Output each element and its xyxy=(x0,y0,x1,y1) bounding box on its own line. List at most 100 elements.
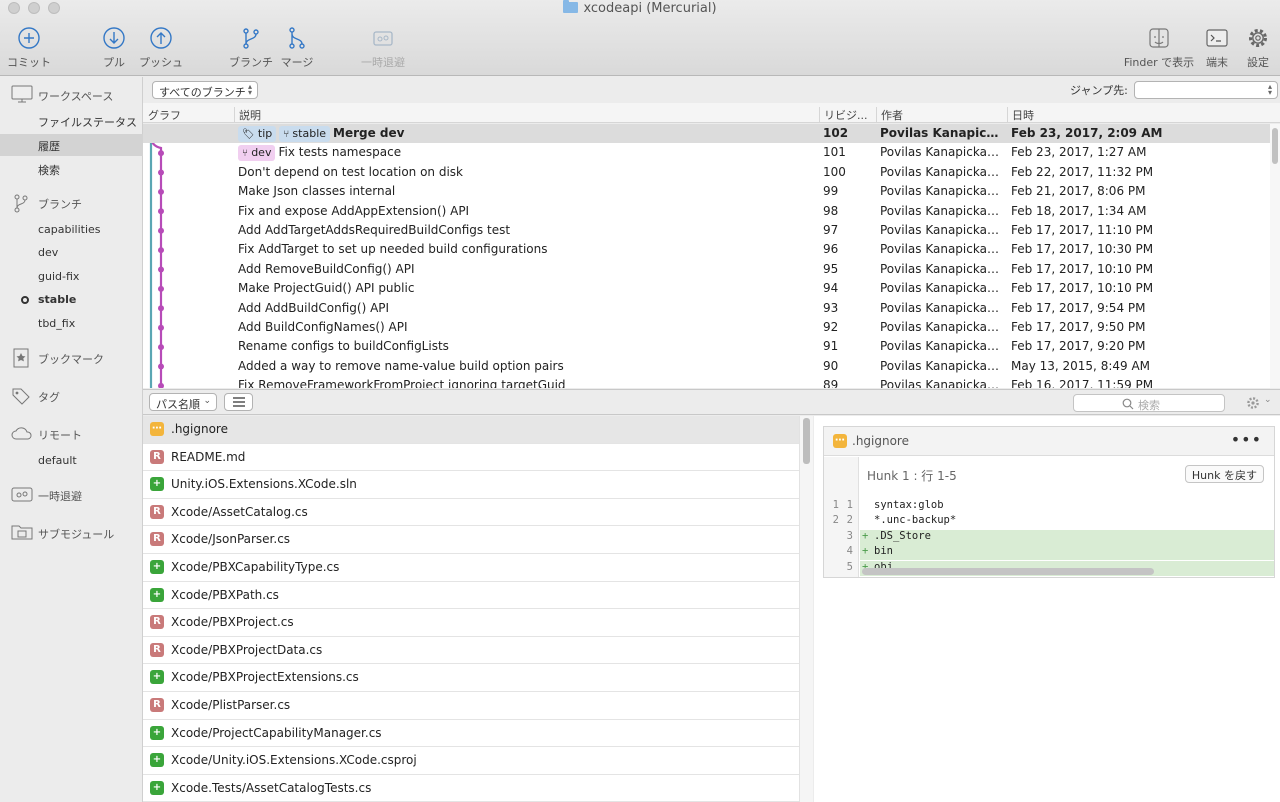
commit-author: Povilas Kanapickas <... xyxy=(880,145,1002,160)
sidebar-header-stash[interactable]: 一時退避 xyxy=(0,484,143,506)
show-in-finder-button[interactable]: Finder で表示 xyxy=(1122,26,1196,70)
commit-description: Fix and expose AddAppExtension() API xyxy=(238,203,470,218)
commit-row[interactable]: Add AddTargetAddsRequiredBuildConfigs te… xyxy=(143,221,1270,240)
sidebar-header-bookmarks[interactable]: ブックマーク xyxy=(0,347,143,369)
sidebar-header-remotes[interactable]: リモート xyxy=(0,423,143,445)
hunk-header: Hunk 1 : 行 1-5 Hunk を戻す xyxy=(859,463,1274,485)
column-header-author[interactable]: 作者 xyxy=(881,107,903,123)
branch-badge: ⑂ dev xyxy=(238,145,276,162)
branch-icon xyxy=(243,28,259,49)
file-row[interactable]: + Xcode/ProjectCapabilityManager.cs xyxy=(143,720,799,748)
file-row[interactable]: R Xcode/JsonParser.cs xyxy=(143,526,799,554)
file-row[interactable]: + Xcode.Tests/AssetCatalogTests.cs xyxy=(143,775,799,802)
new-line-number: 4 xyxy=(846,545,853,558)
jump-to-dropdown[interactable]: ▴ ▾ xyxy=(1134,81,1278,99)
commit-row[interactable]: ⑂ dev Fix tests namespace 101 Povilas Kanap… xyxy=(143,143,1270,162)
terminal-button[interactable]: 端末 xyxy=(1203,26,1231,70)
file-row[interactable]: + Xcode/Unity.iOS.Extensions.XCode.csproj xyxy=(143,747,799,775)
commit-row[interactable]: Fix and expose AddAppExtension() API 98 Po… xyxy=(143,202,1270,221)
commit-button[interactable]: コミット xyxy=(7,26,51,70)
commit-date: Feb 22, 2017, 11:32 PM xyxy=(1011,164,1154,179)
commit-date: Feb 17, 2017, 10:10 PM xyxy=(1011,261,1154,276)
history-column-headers: グラフ 説明 リビジ... 作者 日時 xyxy=(143,103,1280,123)
file-row[interactable]: R Xcode/PBXProject.cs xyxy=(143,609,799,637)
scrollbar-thumb[interactable] xyxy=(1272,128,1278,164)
sidebar-item-branch-stable[interactable]: stable xyxy=(0,289,143,311)
commit-row[interactable]: Fix AddTarget to set up needed build con… xyxy=(143,240,1270,259)
commit-row[interactable]: Added a way to remove name-value build o… xyxy=(143,357,1270,376)
scrollbar-thumb[interactable] xyxy=(803,418,810,464)
sidebar-header-submodules[interactable]: サブモジュール xyxy=(0,522,143,544)
sidebar-item-search[interactable]: 検索 xyxy=(0,158,143,180)
commit-date: Feb 16, 2017, 11:59 PM xyxy=(1011,378,1154,388)
column-header-revision[interactable]: リビジ... xyxy=(824,107,868,123)
file-row[interactable]: + Xcode/PBXProjectExtensions.cs xyxy=(143,664,799,692)
sidebar-item-branch-guid-fix[interactable]: guid-fix xyxy=(0,266,143,288)
merge-button[interactable]: マージ xyxy=(278,26,316,70)
more-options-icon[interactable]: ••• xyxy=(1231,430,1262,449)
file-row[interactable]: R README.md xyxy=(143,444,799,472)
file-path: Xcode/PlistParser.cs xyxy=(171,698,291,712)
file-row[interactable]: R Xcode/PBXProjectData.cs xyxy=(143,637,799,665)
commit-row[interactable]: Fix RemoveFrameworkFromProject ignoring … xyxy=(143,376,1270,388)
plus-circle-icon xyxy=(18,27,40,49)
commit-row[interactable]: Rename configs to buildConfigLists 91 Povi… xyxy=(143,337,1270,356)
file-row[interactable]: + Xcode/PBXPath.cs xyxy=(143,582,799,610)
column-header-date[interactable]: 日時 xyxy=(1012,107,1034,123)
sidebar-item-branch-capabilities[interactable]: capabilities xyxy=(0,219,143,241)
sidebar-header-tags[interactable]: タグ xyxy=(0,385,143,407)
sidebar-item-history[interactable]: 履歴 xyxy=(0,134,143,156)
branch-filter-dropdown[interactable]: すべてのブランチ ▴ ▾ xyxy=(152,81,258,99)
sidebar-item-file-status[interactable]: ファイルステータス xyxy=(0,110,143,132)
commit-row[interactable]: Don't depend on test location on disk 100… xyxy=(143,163,1270,182)
branch-button[interactable]: ブランチ xyxy=(229,26,273,70)
view-mode-list-button[interactable] xyxy=(224,393,253,411)
file-path: Xcode/ProjectCapabilityManager.cs xyxy=(171,725,382,740)
sidebar-item-remote-default[interactable]: default xyxy=(0,450,143,472)
app-window: xcodeapi (Mercurial) コミット プル プッシュ ブランチ マ… xyxy=(0,0,1280,802)
toolbar: xcodeapi (Mercurial) コミット プル プッシュ ブランチ マ… xyxy=(0,0,1280,76)
old-line-number: 1 xyxy=(832,499,839,511)
diff-line-code: syntax:glob xyxy=(874,499,944,511)
sidebar-header-branches[interactable]: ブランチ xyxy=(0,192,143,214)
file-row[interactable]: + Xcode/PBXCapabilityType.cs xyxy=(143,554,799,582)
commit-row[interactable]: Make Json classes internal 99 Povilas Kana… xyxy=(143,182,1270,201)
stash-button[interactable]: 一時退避 xyxy=(359,26,407,70)
file-row[interactable]: ⋯ .hgignore xyxy=(143,416,799,444)
file-path: Xcode/Unity.iOS.Extensions.XCode.csproj xyxy=(171,753,417,768)
commit-revision: 100 xyxy=(823,164,846,179)
file-row[interactable]: R Xcode/AssetCatalog.cs xyxy=(143,499,799,527)
sidebar-item-branch-dev[interactable]: dev xyxy=(0,242,143,264)
commit-row[interactable]: Add BuildConfigNames() API 92 Povilas Kana… xyxy=(143,318,1270,337)
column-header-description[interactable]: 説明 xyxy=(239,107,261,123)
file-row[interactable]: R Xcode/PlistParser.cs xyxy=(143,692,799,720)
dropdown-arrows-icon: ▴ ▾ xyxy=(247,82,252,97)
new-line-number: 1 xyxy=(846,499,853,511)
commit-date: Feb 17, 2017, 10:10 PM xyxy=(1011,281,1154,296)
diff-panel: ⋯ .hgignore ••• Hunk 1 : 行 1-5 Hunk を戻す … xyxy=(814,416,1280,802)
settings-button[interactable]: 設定 xyxy=(1245,26,1271,70)
file-path: Xcode/PBXPath.cs xyxy=(171,587,279,602)
file-list-scrollbar[interactable] xyxy=(799,416,813,802)
file-search-input[interactable]: 検索 xyxy=(1073,394,1225,412)
sort-by-path-dropdown[interactable]: パス名順 ⌄ xyxy=(149,393,217,411)
pull-button[interactable]: プル xyxy=(100,26,128,70)
file-options-gear-button[interactable]: ⌄ xyxy=(1243,394,1277,412)
commit-description: Make ProjectGuid() API public xyxy=(238,281,415,296)
dropdown-arrows-icon: ▴ ▾ xyxy=(1267,82,1272,97)
diff-line: 3 .DS_Store + xyxy=(824,529,1274,545)
diff-line-code: .DS_Store xyxy=(860,529,1274,545)
terminal-icon xyxy=(1206,29,1228,47)
commit-row[interactable]: Make ProjectGuid() API public 94 Povilas K… xyxy=(143,279,1270,298)
push-button[interactable]: プッシュ xyxy=(139,26,183,70)
commit-author: Povilas Kanapickas <... xyxy=(880,300,1002,315)
diff-horizontal-scrollbar[interactable] xyxy=(862,568,1154,575)
sidebar-item-branch-tbd-fix[interactable]: tbd_fix xyxy=(0,313,143,335)
commit-row[interactable]: 🏷︎ tip ⑂ stable Merge dev 102 Povilas Kanapi… xyxy=(143,124,1270,144)
history-scrollbar[interactable] xyxy=(1270,124,1280,388)
revert-hunk-button[interactable]: Hunk を戻す xyxy=(1184,465,1264,483)
column-header-graph[interactable]: グラフ xyxy=(148,107,181,123)
commit-row[interactable]: Add RemoveBuildConfig() API 95 Povilas Kan… xyxy=(143,260,1270,279)
commit-row[interactable]: Add AddBuildConfig() API 93 Povilas Kanapi… xyxy=(143,299,1270,318)
file-row[interactable]: + Unity.iOS.Extensions.XCode.sln xyxy=(143,471,799,499)
